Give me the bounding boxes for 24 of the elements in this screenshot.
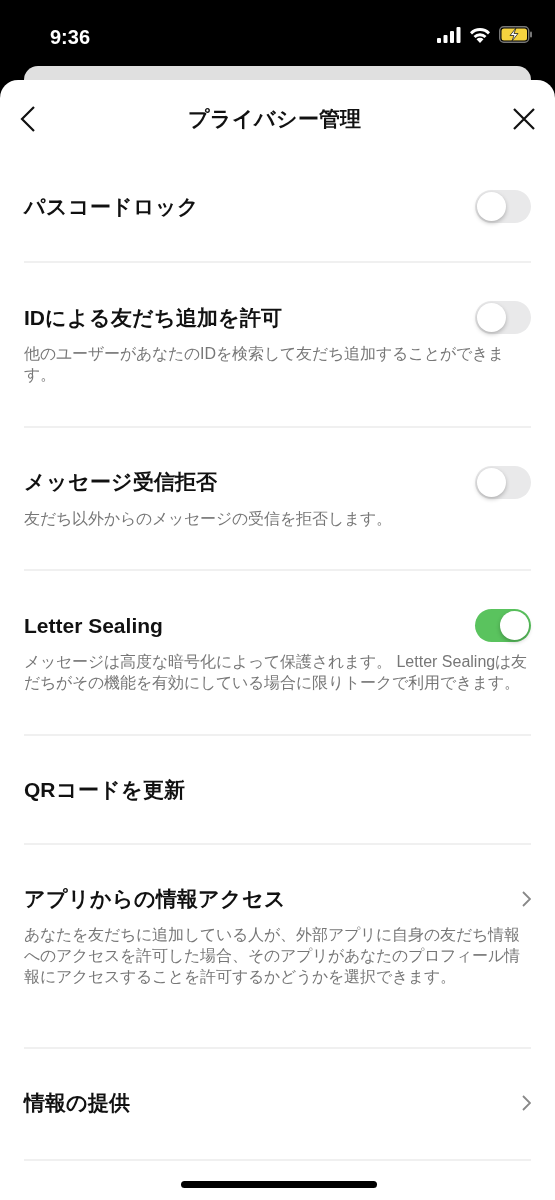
setting-title[interactable]: QRコードを更新 [24,774,185,806]
setting-title: IDによる友だち追加を許可 [24,304,282,331]
status-time: 9:36 [50,25,91,50]
setting-description: メッセージは高度な暗号化によって保護されます。 Letter Sealingは友だちがその機能を有効にしている場合に限りトークで利用できます。 [24,652,529,694]
setting-title: Letter Sealing [24,613,163,640]
setting-description: あなたを友だちに追加している人が、外部アプリに自身の友だち情報へのアクセスを許可した場合、そのアプリがあなたのプロフィール情報にアクセスすることを許可するかどうかを選択できます。 [24,925,521,987]
setting-title: メッセージ受信拒否 [24,469,217,496]
setting-description: 友だち以外からのメッセージの受信を拒否します。 [24,508,393,529]
setting-title[interactable]: 情報の提供 [24,1087,130,1119]
toggle-switch[interactable] [475,301,531,334]
wifi-icon [469,26,491,43]
setting-description: 他のユーザーがあなたのIDを検索して友だち追加することができます。 [24,344,505,385]
back-icon[interactable] [20,106,36,132]
toggle-switch[interactable] [475,190,531,223]
toggle-switch[interactable] [475,609,531,643]
chevron-right-icon[interactable] [522,891,531,908]
toggle-switch[interactable] [475,465,531,499]
close-icon[interactable] [513,108,535,130]
page-title: プライバシー管理 [188,106,361,133]
battery-charging-icon [499,26,533,43]
chevron-right-icon[interactable] [522,1095,531,1112]
setting-title: パスコードロック [24,193,199,220]
signal-icon [437,26,461,43]
setting-title[interactable]: アプリからの情報アクセス [24,883,286,915]
